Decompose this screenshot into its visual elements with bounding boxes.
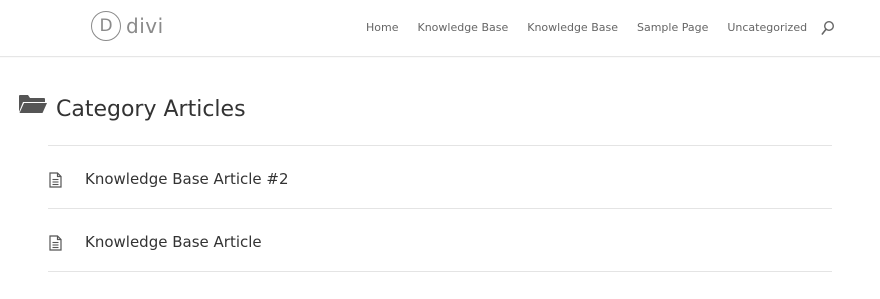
- site-logo[interactable]: D divi: [91, 11, 164, 41]
- main-nav: Home Knowledge Base Knowledge Base Sampl…: [366, 19, 835, 35]
- category-heading: [18, 92, 48, 116]
- article-list: Knowledge Base Article #2 Knowledge Base…: [48, 145, 832, 272]
- logo-text: divi: [126, 14, 164, 38]
- folder-open-icon: [19, 95, 47, 113]
- search-icon[interactable]: [821, 20, 835, 36]
- nav-item-uncategorized[interactable]: Uncategorized: [727, 21, 807, 34]
- article-link[interactable]: Knowledge Base Article: [85, 233, 262, 251]
- document-icon: [49, 172, 62, 188]
- list-item: Knowledge Base Article: [48, 209, 832, 272]
- nav-item-sample-page[interactable]: Sample Page: [637, 21, 708, 34]
- nav-item-knowledge-base-2[interactable]: Knowledge Base: [527, 21, 618, 34]
- nav-item-knowledge-base[interactable]: Knowledge Base: [417, 21, 508, 34]
- site-header: D divi Home Knowledge Base Knowledge Bas…: [0, 0, 880, 57]
- nav-item-home[interactable]: Home: [366, 21, 398, 34]
- page-title: Category Articles: [56, 97, 246, 122]
- logo-mark: D: [91, 11, 121, 41]
- list-item: Knowledge Base Article #2: [48, 146, 832, 209]
- document-icon: [49, 235, 62, 251]
- article-link[interactable]: Knowledge Base Article #2: [85, 170, 289, 188]
